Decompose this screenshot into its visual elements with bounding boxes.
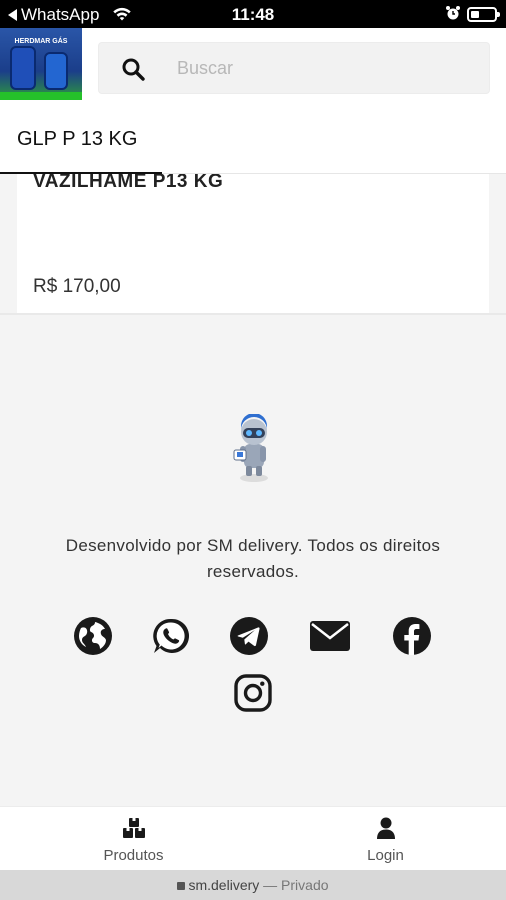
app-header: HERDMAR GÁS (0, 28, 506, 106)
lock-icon (177, 882, 186, 890)
boxes-icon (122, 817, 146, 844)
browser-url-bar[interactable]: sm.delivery — Privado (0, 870, 506, 900)
url-domain: sm.delivery (188, 877, 260, 893)
instagram-icon[interactable] (232, 672, 274, 714)
logo-text: HERDMAR GÁS (14, 38, 68, 45)
category-tabs: GLP P 13 KG (0, 106, 506, 174)
telegram-icon[interactable] (228, 615, 270, 657)
sm-delivery-mascot-logo (230, 413, 278, 484)
tab-glp-p13[interactable]: GLP P 13 KG (0, 106, 162, 174)
nav-produtos-label: Produtos (103, 847, 164, 864)
product-name: VAZILHAME P13 KG (33, 174, 224, 192)
nav-login[interactable]: Login (259, 807, 506, 871)
alarm-icon (445, 5, 461, 26)
clock: 11:48 (231, 5, 275, 24)
email-icon[interactable] (309, 615, 351, 657)
bottom-nav: Produtos Login (0, 806, 506, 870)
divider (0, 313, 506, 315)
battery-icon (467, 7, 500, 22)
store-logo[interactable]: HERDMAR GÁS (0, 28, 82, 100)
status-bar: WhatsApp 11:48 (0, 0, 506, 28)
whatsapp-icon[interactable] (150, 615, 192, 657)
user-icon (376, 817, 396, 844)
search-input[interactable] (177, 51, 477, 85)
search-box[interactable] (98, 42, 490, 94)
browsing-mode: Privado (281, 877, 329, 893)
facebook-icon[interactable] (391, 615, 433, 657)
globe-icon[interactable] (72, 615, 114, 657)
url-separator: — (263, 877, 278, 893)
nav-produtos[interactable]: Produtos (7, 807, 260, 871)
search-icon[interactable] (121, 57, 145, 86)
tab-label: GLP P 13 KG (17, 128, 138, 150)
footer-credits: Desenvolvido por SM delivery. Todos os d… (65, 536, 441, 581)
product-card[interactable]: VAZILHAME P13 KG R$ 170,00 (17, 174, 489, 314)
product-price: R$ 170,00 (33, 276, 121, 297)
nav-login-label: Login (367, 847, 404, 864)
